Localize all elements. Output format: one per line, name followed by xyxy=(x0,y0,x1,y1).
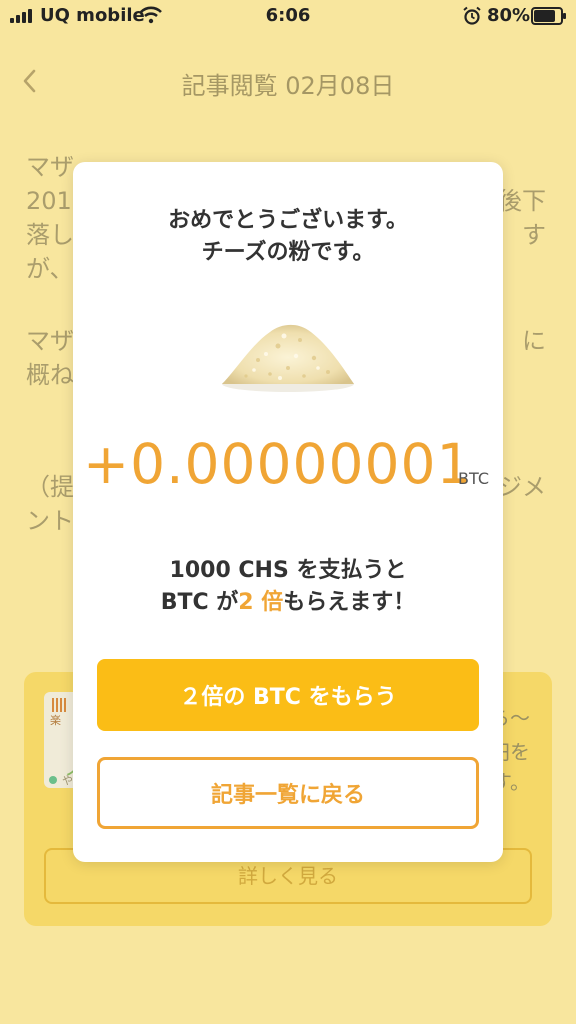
congrats-message: おめでとうございます。 xyxy=(168,208,408,233)
multiplier-highlight: 2 倍 xyxy=(238,590,284,615)
btc-unit: BTC xyxy=(458,469,489,488)
btc-amount: +0.00000001 xyxy=(83,432,473,496)
cheese-powder-image xyxy=(222,324,354,392)
reward-item-name: チーズの粉です。 xyxy=(201,240,375,265)
double-btc-button[interactable]: ２倍の BTC をもらう xyxy=(97,659,479,731)
back-to-list-button[interactable]: 記事一覧に戻る xyxy=(97,757,479,829)
promo-text: BTC が2 倍もらえます！ xyxy=(160,590,416,615)
reward-modal: おめでとうございます。 チーズの粉です。 +0.00000001 BTC 100… xyxy=(73,162,503,862)
promo-text: 1000 CHS を支払うと xyxy=(169,558,407,583)
